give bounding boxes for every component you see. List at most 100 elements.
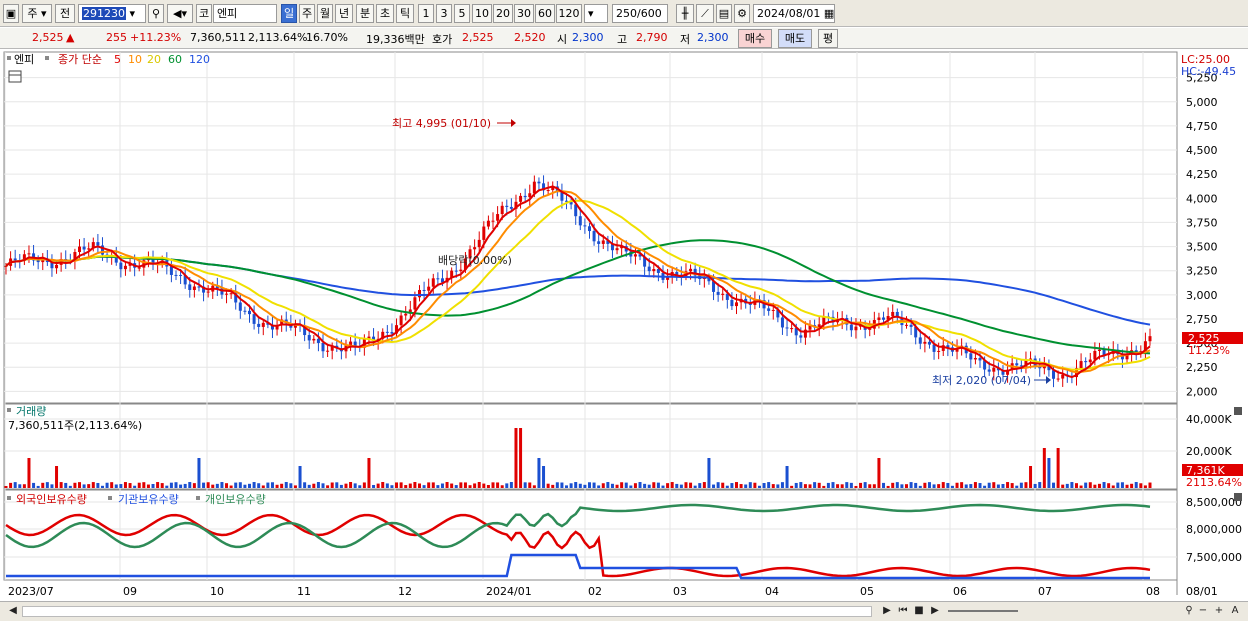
period-second[interactable]: 초 [376,4,394,23]
volume-bar [78,482,82,488]
speaker-icon[interactable]: ◀▾ [167,4,193,23]
candle-body [767,308,771,311]
volume-bar [643,483,647,488]
avg-button[interactable]: 평 [818,29,838,48]
count-field[interactable]: 250/600 [612,4,668,23]
date-field[interactable]: 2024/08/01 ▦ [753,4,835,23]
candle-body [615,248,619,251]
low-label: 저 [680,33,691,46]
candle-body [523,195,527,198]
candle-body [1015,363,1019,366]
period-year[interactable]: 년 [335,4,353,23]
scrollbar-track[interactable] [22,606,872,617]
price-tick-label: 3,250 [1186,265,1218,278]
period-minute[interactable]: 분 [356,4,374,23]
volume-bar [225,483,229,488]
volume-bar [243,484,247,488]
volume-bar [565,485,569,488]
candle-body [771,309,775,311]
search-icon[interactable]: ⚲ [148,4,164,23]
scroll-right-icon[interactable]: ▶ [880,604,894,618]
candle-body [969,353,973,360]
stock-code-input[interactable]: 291230 ▾ [78,4,146,23]
volume-bar [592,482,596,488]
interval-5[interactable]: 5 [454,4,470,23]
volume-close-icon[interactable] [1234,407,1242,415]
volume-bar [983,485,987,488]
volume-bar [1001,484,1005,488]
candle-body [459,269,463,272]
candle-body [477,239,481,248]
volume-bar [275,484,279,488]
candle-body [978,358,982,361]
interval-10[interactable]: 10 [472,4,492,23]
volume-bar [790,485,794,488]
volume-bar [583,484,587,488]
interval-3[interactable]: 3 [436,4,452,23]
sell-button[interactable]: 매도 [778,29,812,48]
prev-button[interactable]: 전 [55,4,75,23]
candle-body [390,332,394,334]
volume-bar [849,482,853,488]
candle-body [519,195,523,202]
candle-body [666,277,670,280]
volume-bar [542,466,546,488]
legend-ma5: 5 [114,53,121,66]
prev-icon[interactable]: ⏮ [896,604,910,618]
volume-bar [716,482,720,488]
volume-bar [146,484,150,488]
volume-bar [330,482,334,488]
volume-bar [771,484,775,488]
holdings-close-icon[interactable] [1234,493,1242,501]
market-type-select[interactable]: 주 ▾ [22,4,52,23]
minus-icon[interactable]: − [1196,604,1210,618]
volume-bar [955,482,959,488]
zoom-icon[interactable]: ⚲ [1182,604,1196,618]
interval-30[interactable]: 30 [514,4,534,23]
volume-bar [1120,482,1124,488]
volume-bar [725,485,729,488]
price-tick-label: 4,000 [1186,192,1218,205]
interval-20[interactable]: 20 [493,4,513,23]
line-tool-icon[interactable]: ⟋ [696,4,714,23]
custom-interval-select[interactable]: ▾ [584,4,608,23]
save-icon[interactable]: ▤ [716,4,732,23]
plus-icon[interactable]: + [1212,604,1226,618]
buy-button[interactable]: 매수 [738,29,772,48]
calendar-icon[interactable] [8,70,22,83]
zoom-slider[interactable] [948,610,1018,612]
volume-bar [473,483,477,488]
interval-1[interactable]: 1 [418,4,434,23]
interval-60[interactable]: 60 [535,4,555,23]
text-a-icon[interactable]: A [1228,604,1242,618]
period-month[interactable]: 월 [317,4,333,23]
gear-icon[interactable]: ⚙ [734,4,750,23]
play-icon[interactable]: ▶ [928,604,942,618]
stock-chart[interactable]: 5,2505,0004,7504,5004,2504,0003,7503,500… [0,50,1248,603]
period-week[interactable]: 주 [299,4,315,23]
candle-body [321,342,325,352]
legend-individual: 개인보유수량 [205,493,266,506]
scroll-left-icon[interactable]: ◀ [6,604,20,618]
individual-marker [196,496,200,500]
x-tick-label: 04 [765,585,779,598]
x-tick-label: 02 [588,585,602,598]
candle-body [252,314,256,324]
period-day[interactable]: 일 [281,4,297,23]
candle-type-icon[interactable]: ╫ [676,4,694,23]
candle-body [174,274,178,276]
volume-bar [165,485,169,488]
volume-bar [656,482,660,488]
legend-ma10: 10 [128,53,142,66]
window-icon[interactable]: ▣ [3,4,19,23]
volume-bar [776,484,780,488]
stock-name-field[interactable]: 엔피 [213,4,277,23]
period-tick[interactable]: 틱 [396,4,414,23]
volume-bar [735,482,739,488]
volume-bar [266,482,270,488]
stop-icon[interactable]: ■ [912,604,926,618]
price-tick-label: 3,000 [1186,289,1218,302]
interval-120[interactable]: 120 [556,4,582,23]
market-tag: 코 [196,4,212,23]
legend-ma120: 120 [189,53,210,66]
